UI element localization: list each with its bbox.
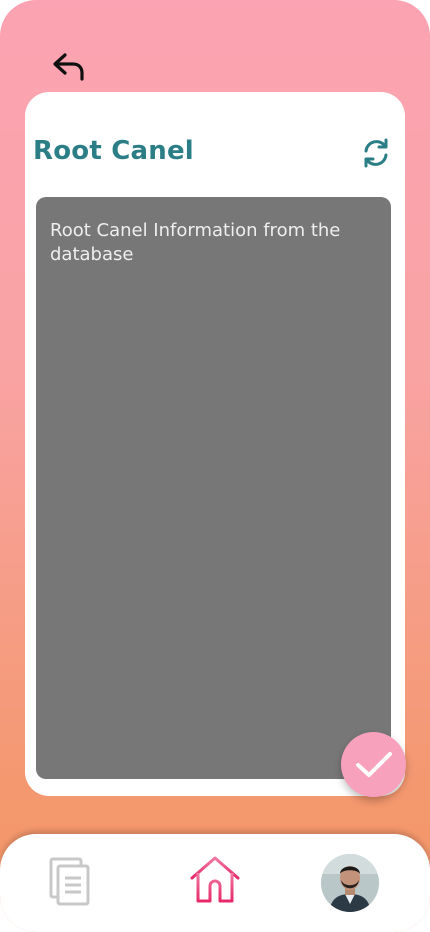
- profile-avatar[interactable]: [321, 854, 379, 912]
- nav-home[interactable]: [188, 852, 242, 908]
- nav-documents[interactable]: [46, 854, 94, 910]
- content-card: Root Canel Root Canel Information from t…: [25, 92, 405, 796]
- undo-arrow-icon: [53, 53, 84, 81]
- confirm-button[interactable]: [341, 732, 406, 797]
- page-title: Root Canel: [33, 136, 194, 166]
- back-button[interactable]: [50, 50, 88, 84]
- check-icon: [355, 751, 392, 777]
- refresh-icon: [364, 138, 388, 168]
- refresh-button[interactable]: [359, 136, 393, 170]
- home-icon: [190, 856, 240, 903]
- info-text: Root Canel Information from the database: [50, 220, 341, 265]
- documents-icon: [49, 857, 90, 906]
- avatar-photo: [321, 854, 379, 912]
- bottom-navigation: [0, 834, 430, 932]
- info-panel: Root Canel Information from the database: [36, 197, 391, 779]
- app-screen: Root Canel Root Canel Information from t…: [0, 0, 430, 932]
